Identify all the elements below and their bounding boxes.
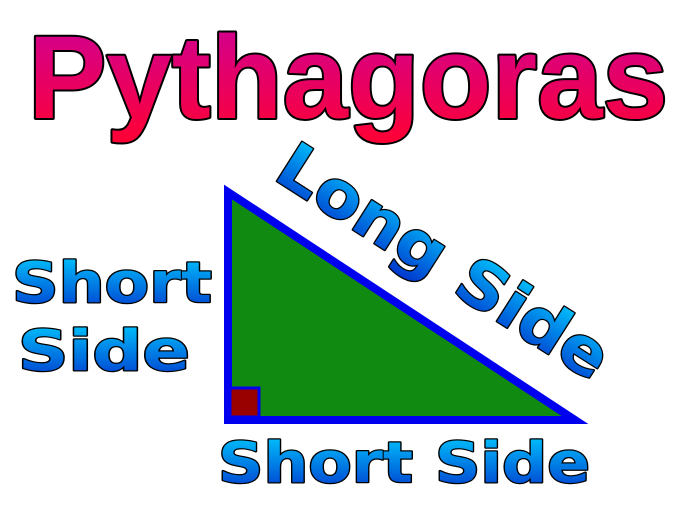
horizontal-leg-label: Short Side (218, 431, 590, 496)
vertical-leg-label-line1: Short (12, 251, 212, 316)
diagram-canvas: Pythagoras Long Side Short Side Short Si… (11, 10, 670, 497)
page-title: Pythagoras (28, 12, 668, 144)
right-angle-marker (228, 386, 261, 419)
vertical-leg-label-line2: Side (18, 319, 190, 384)
pythagoras-diagram: Pythagoras Long Side Short Side Short Si… (0, 0, 696, 525)
